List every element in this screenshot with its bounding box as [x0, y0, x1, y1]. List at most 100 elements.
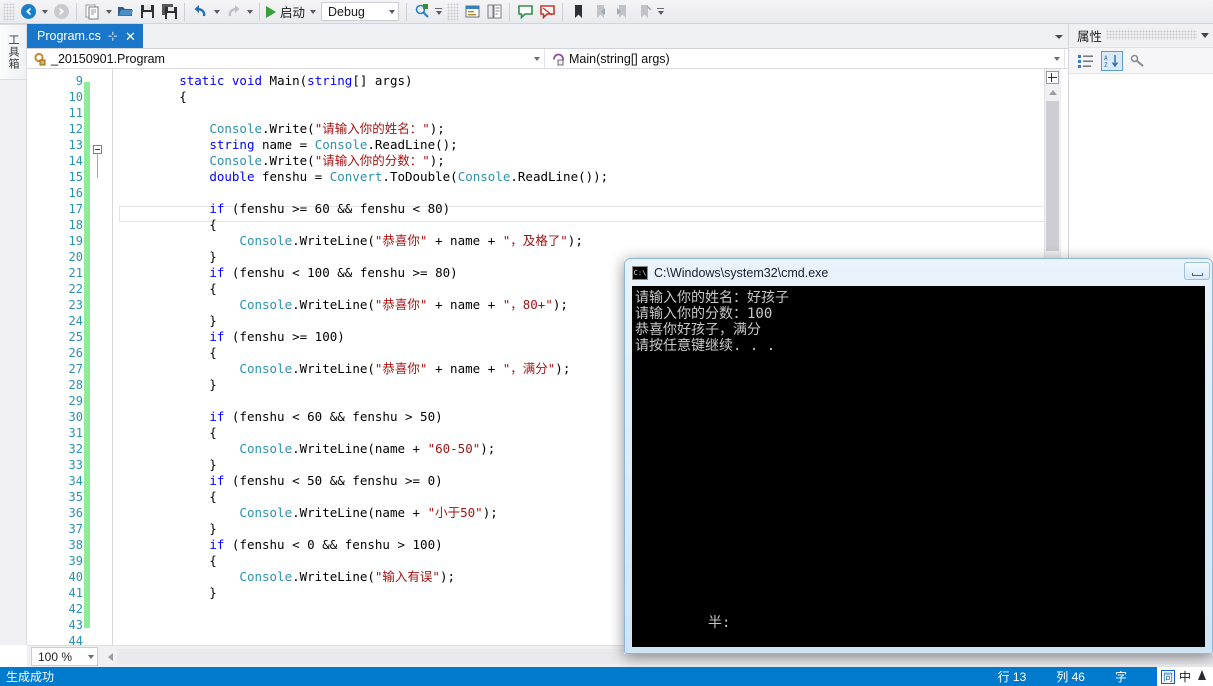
code-line[interactable]: Console.WriteLine("恭喜你" + name + "，满分");	[119, 361, 570, 377]
line-number: 28	[68, 378, 83, 392]
code-line[interactable]: static void Main(string[] args)	[119, 73, 412, 89]
code-line[interactable]: if (fenshu >= 100)	[119, 329, 344, 345]
panel-drag-dots[interactable]	[1106, 30, 1197, 40]
code-line[interactable]: double fenshu = Convert.ToDouble(Console…	[119, 169, 608, 185]
code-token: if	[209, 329, 225, 344]
properties-window-button[interactable]	[483, 1, 505, 22]
code-line[interactable]: {	[119, 345, 217, 361]
code-line[interactable]: }	[119, 585, 217, 601]
code-line[interactable]: Console.WriteLine("恭喜你" + name + "，80+")…	[119, 297, 568, 313]
code-line[interactable]: }	[119, 249, 217, 265]
previous-bookmark-button[interactable]	[589, 1, 611, 22]
code-line[interactable]: Console.Write("请输入你的姓名：");	[119, 121, 445, 137]
code-line[interactable]: if (fenshu < 100 && fenshu >= 80)	[119, 265, 457, 281]
new-project-button[interactable]	[81, 1, 103, 22]
open-file-button[interactable]	[114, 1, 136, 22]
undo-dropdown[interactable]	[211, 1, 222, 22]
ime-tray-icon[interactable]	[1195, 669, 1209, 685]
tab-list-dropdown-icon[interactable]	[1052, 30, 1066, 44]
ime-indicator[interactable]: 同 中	[1156, 667, 1213, 686]
line-number: 27	[68, 362, 83, 376]
ime-mode-icon[interactable]: 同	[1160, 669, 1175, 684]
type-dropdown[interactable]: _20150901.Program	[27, 49, 545, 68]
cmd-console-window[interactable]: C:\ C:\Windows\system32\cmd.exe 请输入你的姓名：…	[624, 258, 1213, 654]
code-line[interactable]: Console.WriteLine(name + "小于50");	[119, 505, 497, 521]
undo-button[interactable]	[189, 1, 211, 22]
navigate-backward-dropdown[interactable]	[39, 1, 50, 22]
code-line[interactable]: }	[119, 377, 217, 393]
vertical-scrollbar-thumb[interactable]	[1046, 101, 1059, 251]
next-bookmark-button[interactable]	[611, 1, 633, 22]
code-line[interactable]: Console.Write("请输入你的分数：");	[119, 153, 445, 169]
code-line[interactable]: if (fenshu < 50 && fenshu >= 0)	[119, 473, 442, 489]
code-line[interactable]: {	[119, 89, 187, 105]
scroll-up-icon[interactable]	[1045, 86, 1060, 99]
code-line[interactable]: if (fenshu < 60 && fenshu > 50)	[119, 409, 442, 425]
solution-explorer-button[interactable]	[461, 1, 483, 22]
scroll-left-icon[interactable]	[104, 649, 117, 664]
uncomment-selection-button[interactable]	[536, 1, 558, 22]
code-token: }	[119, 249, 217, 264]
code-token: .WriteLine(name +	[292, 505, 428, 520]
code-line[interactable]: }	[119, 521, 217, 537]
toolbox-tab[interactable]: 工具箱	[0, 24, 27, 80]
redo-dropdown[interactable]	[244, 1, 255, 22]
code-line[interactable]: if (fenshu < 0 && fenshu > 100)	[119, 537, 442, 553]
code-token: .Write(	[262, 121, 315, 136]
line-number: 23	[68, 298, 83, 312]
collapse-region-icon[interactable]	[93, 145, 102, 154]
code-line[interactable]: Console.WriteLine(name + "60-50");	[119, 441, 495, 457]
toolbar-grip[interactable]	[447, 2, 460, 21]
code-line[interactable]: Console.WriteLine("恭喜你" + name + "，及格了")…	[119, 233, 582, 249]
split-view-button[interactable]	[1046, 71, 1059, 84]
start-debug-button[interactable]: 启动	[264, 1, 307, 22]
save-button[interactable]	[136, 1, 158, 22]
member-dropdown[interactable]: Main(string[] args)	[545, 49, 1065, 68]
code-line[interactable]: {	[119, 489, 217, 505]
toolbar-grip[interactable]	[3, 2, 15, 21]
code-line[interactable]: if (fenshu >= 60 && fenshu < 80)	[119, 201, 450, 217]
zoom-level-combo[interactable]: 100 %	[31, 647, 98, 666]
code-line[interactable]: {	[119, 281, 217, 297]
alphabetical-sort-button[interactable]: AZ	[1101, 50, 1123, 71]
code-line[interactable]: }	[119, 313, 217, 329]
solution-configuration-value: Debug	[328, 4, 365, 19]
code-token: if	[209, 201, 225, 216]
start-debug-dropdown[interactable]	[307, 1, 318, 22]
new-project-dropdown[interactable]	[103, 1, 114, 22]
cmd-screen[interactable]: 请输入你的姓名：好孩子 请输入你的分数：100 恭喜你好孩子，满分 请按任意键继续. …	[632, 286, 1205, 647]
property-pages-button[interactable]	[1127, 51, 1149, 71]
outlining-margin[interactable]	[90, 69, 108, 645]
code-line[interactable]: Console.WriteLine("输入有误");	[119, 569, 455, 585]
save-all-button[interactable]	[158, 1, 180, 22]
tab-program-cs[interactable]: Program.cs ⊹ ✕	[27, 24, 143, 48]
code-token: .WriteLine(	[292, 569, 375, 584]
find-options-overflow[interactable]	[433, 1, 444, 22]
code-line[interactable]: }	[119, 457, 217, 473]
navigate-backward-button[interactable]	[17, 1, 39, 22]
toolbar-overflow-button[interactable]	[655, 1, 666, 22]
redo-button[interactable]	[222, 1, 244, 22]
solution-configuration-combo[interactable]: Debug	[321, 2, 400, 21]
toggle-bookmark-button[interactable]	[567, 1, 589, 22]
find-in-files-button[interactable]	[411, 1, 433, 22]
toolbar-separator	[562, 2, 564, 21]
minimize-icon[interactable]	[1184, 262, 1210, 280]
ime-language-label[interactable]: 中	[1179, 668, 1191, 685]
clear-bookmarks-button[interactable]	[633, 1, 655, 22]
close-icon[interactable]: ✕	[125, 30, 136, 43]
comment-selection-button[interactable]	[514, 1, 536, 22]
code-line[interactable]: {	[119, 425, 217, 441]
svg-text:Z: Z	[1104, 62, 1108, 68]
navigate-forward-button[interactable]	[50, 1, 72, 22]
pin-icon[interactable]: ⊹	[108, 29, 118, 43]
code-line[interactable]: {	[119, 217, 217, 233]
zoom-level-value: 100 %	[38, 649, 73, 664]
panel-menu-icon[interactable]	[1201, 33, 1209, 38]
code-token: "，80+"	[502, 297, 553, 312]
cmd-title-bar[interactable]: C:\ C:\Windows\system32\cmd.exe	[632, 261, 1205, 285]
code-line[interactable]: string name = Console.ReadLine();	[119, 137, 457, 153]
code-line[interactable]: {	[119, 553, 217, 569]
categorized-view-button[interactable]	[1075, 51, 1097, 71]
